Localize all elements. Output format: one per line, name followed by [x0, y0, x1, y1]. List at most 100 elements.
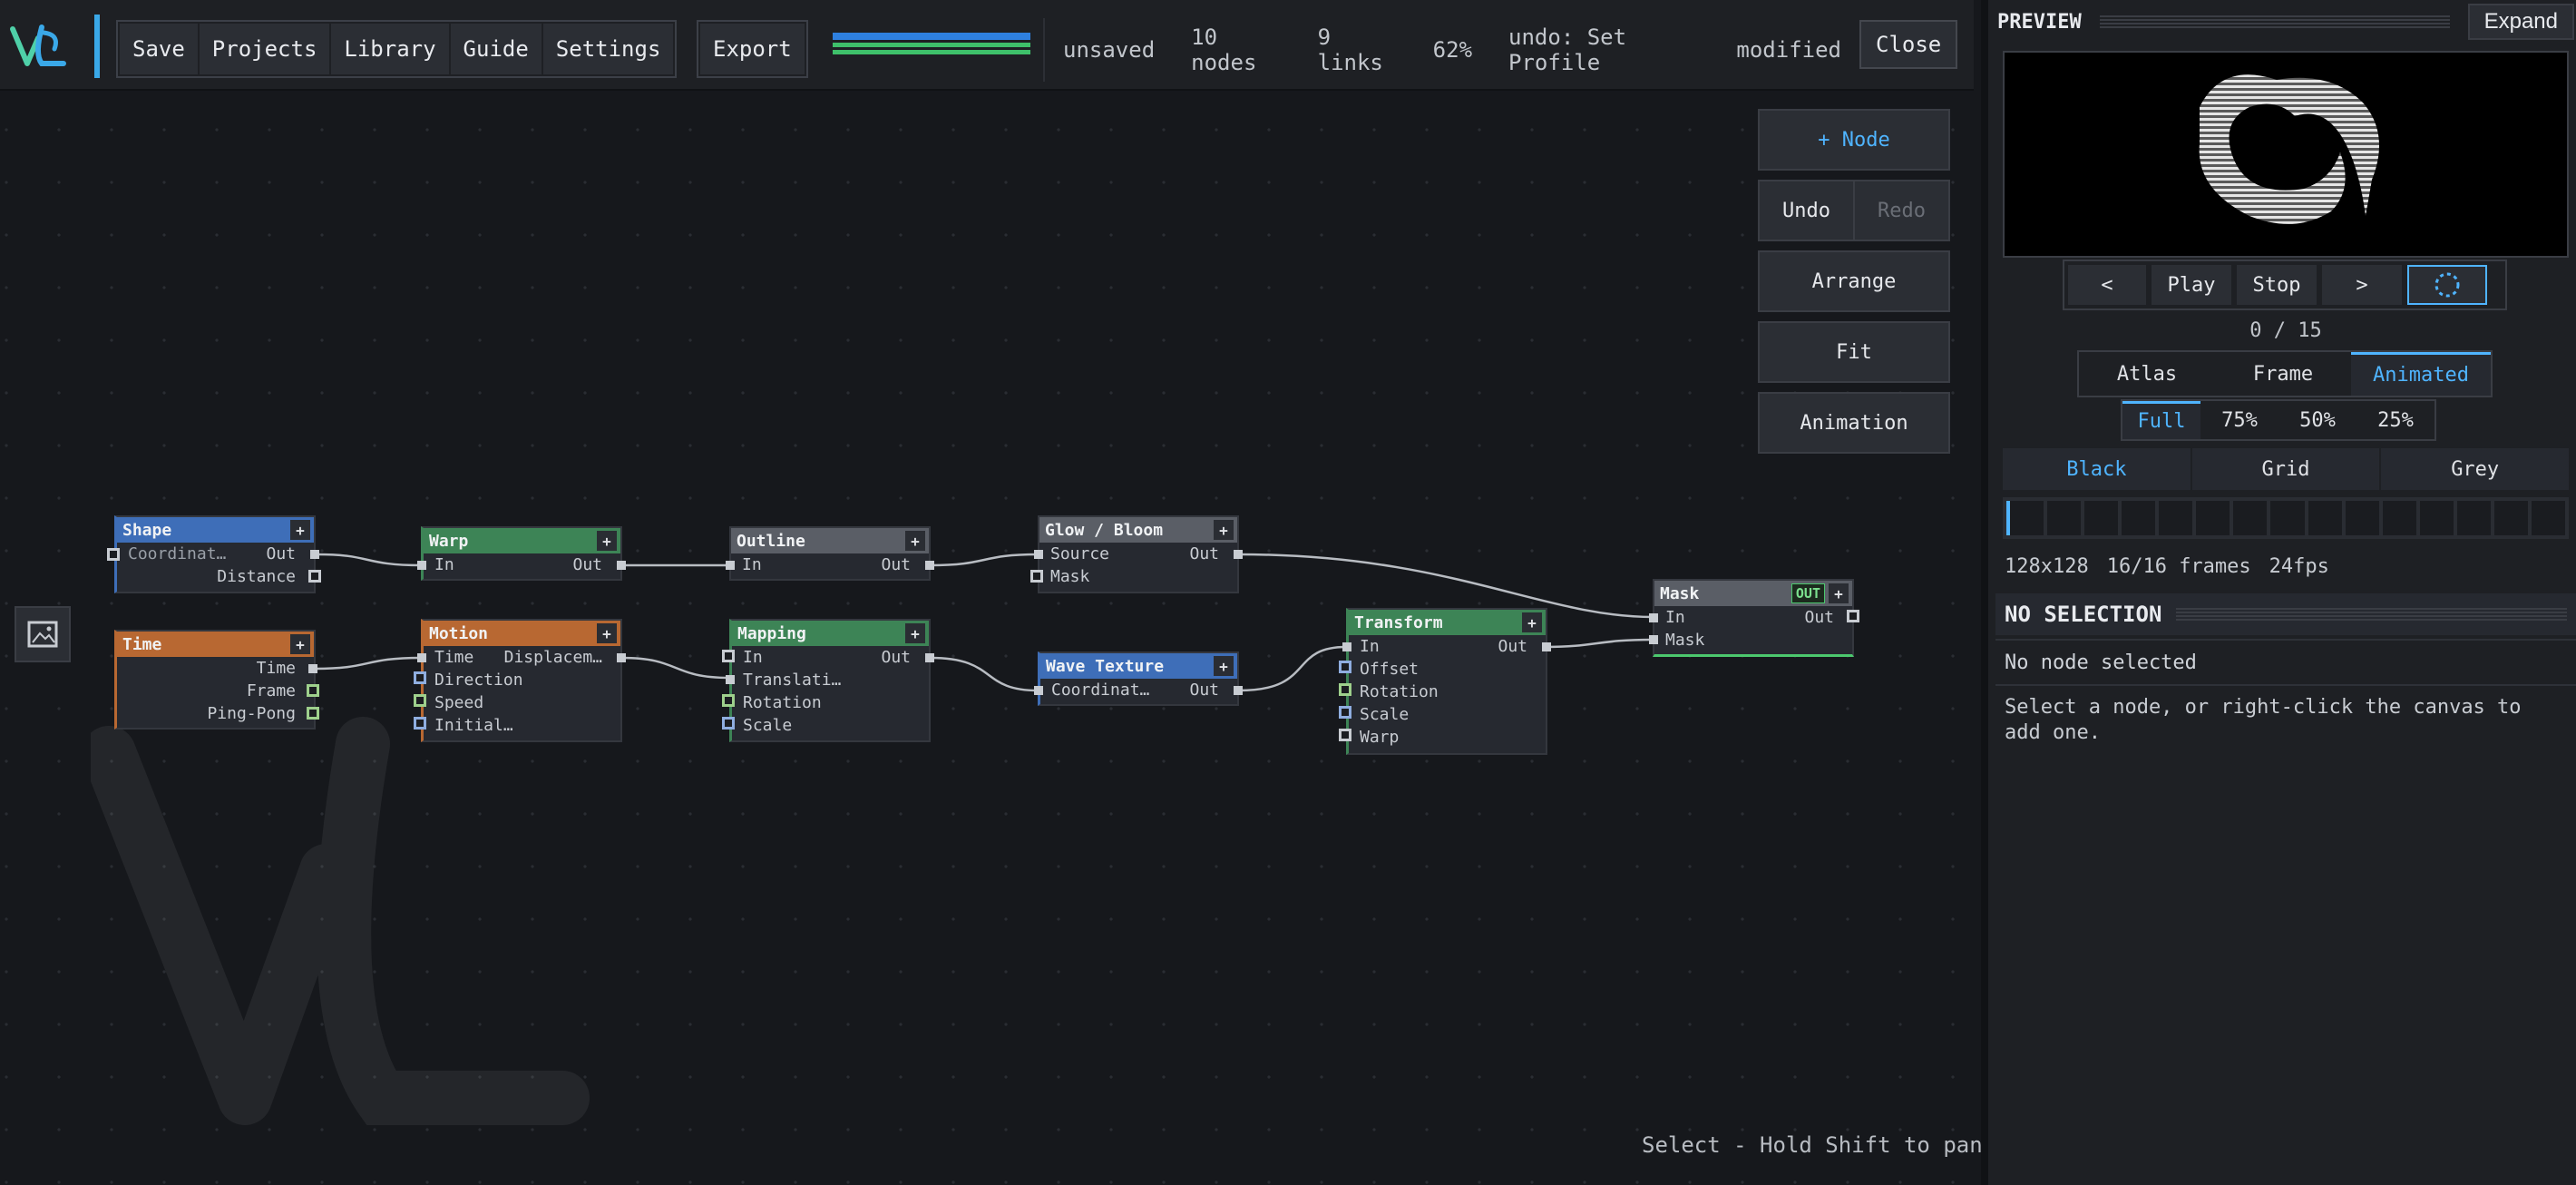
background-black[interactable]: Black: [2003, 448, 2192, 490]
output-port[interactable]: [1847, 610, 1859, 622]
node-add-icon[interactable]: +: [1214, 520, 1234, 540]
output-port[interactable]: [1542, 642, 1551, 651]
output-port[interactable]: [617, 653, 626, 662]
scale-tab-75[interactable]: 75%: [2200, 401, 2278, 439]
input-port[interactable]: [1339, 729, 1351, 741]
background-grid[interactable]: Grid: [2192, 448, 2382, 490]
scale-tab-25[interactable]: 25%: [2356, 401, 2435, 439]
timeline-frame[interactable]: [2419, 501, 2454, 535]
input-port[interactable]: [1339, 706, 1351, 719]
node-add-icon[interactable]: +: [1522, 612, 1542, 632]
node-add-icon[interactable]: +: [597, 531, 617, 551]
output-port[interactable]: [1234, 550, 1243, 559]
timeline-frame[interactable]: [2531, 501, 2565, 535]
node-shape[interactable]: Shape + Coordinat… Out Distance: [114, 515, 316, 593]
settings-button[interactable]: Settings: [542, 24, 674, 74]
node-add-icon[interactable]: +: [905, 531, 925, 551]
node-add-icon[interactable]: +: [290, 520, 310, 540]
node-add-icon[interactable]: +: [1829, 583, 1849, 603]
node-header[interactable]: Warp +: [424, 528, 620, 553]
expand-button[interactable]: Expand: [2467, 4, 2574, 40]
timeline-frame[interactable]: [2084, 501, 2119, 535]
input-port[interactable]: [726, 561, 735, 570]
add-node-button[interactable]: + Node: [1758, 109, 1950, 171]
node-header[interactable]: Time +: [117, 632, 314, 657]
node-header[interactable]: Shape +: [117, 517, 314, 543]
node-header[interactable]: Mask OUT +: [1654, 581, 1852, 606]
output-port[interactable]: [308, 664, 317, 673]
input-port[interactable]: [1339, 683, 1351, 696]
output-port[interactable]: [617, 561, 626, 570]
input-port[interactable]: [1034, 550, 1043, 559]
node-header[interactable]: Outline +: [731, 528, 929, 553]
node-warp[interactable]: Warp + In Out: [421, 526, 622, 581]
input-port[interactable]: [722, 717, 735, 730]
fit-button[interactable]: Fit: [1758, 321, 1950, 383]
background-grey[interactable]: Grey: [2381, 448, 2569, 490]
node-time[interactable]: Time + Time Frame Ping-Pong: [114, 630, 316, 730]
redo-button[interactable]: Redo: [1855, 181, 1948, 240]
timeline-frame[interactable]: [2456, 501, 2491, 535]
output-port[interactable]: [307, 684, 319, 697]
image-toggle-button[interactable]: [15, 606, 71, 662]
view-mode-tab-frame[interactable]: Frame: [2215, 352, 2351, 396]
input-port[interactable]: [1034, 686, 1043, 695]
node-header[interactable]: Transform +: [1349, 610, 1546, 635]
guide-button[interactable]: Guide: [450, 24, 542, 74]
node-header[interactable]: Glow / Bloom +: [1039, 517, 1237, 543]
frame-timeline[interactable]: [2003, 497, 2569, 539]
node-mapping[interactable]: Mapping + In Out Translati… Rotation Scale: [729, 619, 931, 742]
prev-frame-button[interactable]: <: [2068, 265, 2146, 305]
node-add-icon[interactable]: +: [290, 634, 310, 654]
input-port[interactable]: [722, 650, 735, 662]
node-outline[interactable]: Outline + In Out: [729, 526, 931, 581]
output-port[interactable]: [925, 653, 934, 662]
undo-button[interactable]: Undo: [1760, 181, 1855, 240]
view-mode-tab-animated[interactable]: Animated: [2351, 352, 2491, 396]
loop-toggle-button[interactable]: [2407, 265, 2487, 305]
input-port[interactable]: [417, 561, 426, 570]
input-port[interactable]: [726, 675, 735, 684]
timeline-frame[interactable]: [2196, 501, 2230, 535]
timeline-frame[interactable]: [2493, 501, 2528, 535]
node-transform[interactable]: Transform + In Out Offset Rotation Scale W…: [1346, 608, 1547, 755]
animation-button[interactable]: Animation: [1758, 392, 1950, 454]
timeline-frame[interactable]: [2382, 501, 2416, 535]
stop-button[interactable]: Stop: [2237, 265, 2317, 305]
timeline-frame[interactable]: [2122, 501, 2156, 535]
node-add-icon[interactable]: +: [905, 623, 925, 643]
timeline-frame[interactable]: [2270, 501, 2305, 535]
input-port[interactable]: [414, 671, 426, 684]
scale-tab-50[interactable]: 50%: [2278, 401, 2356, 439]
output-port[interactable]: [925, 561, 934, 570]
export-button[interactable]: Export: [700, 24, 805, 74]
input-port[interactable]: [414, 694, 426, 707]
save-button[interactable]: Save: [120, 24, 198, 74]
output-port[interactable]: [1234, 686, 1243, 695]
output-port[interactable]: [310, 550, 319, 559]
input-port[interactable]: [1649, 613, 1658, 622]
input-port[interactable]: [722, 694, 735, 707]
node-wave-texture[interactable]: Wave Texture + Coordinat… Out: [1038, 651, 1239, 706]
timeline-frame[interactable]: [2159, 501, 2193, 535]
input-port[interactable]: [1342, 642, 1351, 651]
close-button[interactable]: Close: [1859, 20, 1958, 69]
next-frame-button[interactable]: >: [2322, 265, 2402, 305]
node-header[interactable]: Wave Texture +: [1040, 653, 1237, 679]
input-port[interactable]: [414, 717, 426, 730]
arrange-button[interactable]: Arrange: [1758, 250, 1950, 312]
node-header[interactable]: Motion +: [424, 621, 620, 646]
timeline-frame[interactable]: [2047, 501, 2082, 535]
play-button[interactable]: Play: [2152, 265, 2231, 305]
library-button[interactable]: Library: [331, 24, 449, 74]
output-port[interactable]: [307, 707, 319, 720]
view-mode-tab-atlas[interactable]: Atlas: [2079, 352, 2215, 396]
scale-tab-full[interactable]: Full: [2122, 401, 2200, 439]
timeline-frame[interactable]: [2345, 501, 2379, 535]
node-glow-bloom[interactable]: Glow / Bloom + Source Out Mask: [1038, 515, 1239, 593]
timeline-frame-current[interactable]: [2006, 501, 2044, 535]
output-port[interactable]: [308, 570, 321, 583]
node-motion[interactable]: Motion + Time Displacem… Direction Speed I…: [421, 619, 622, 742]
input-port[interactable]: [1649, 635, 1658, 644]
timeline-frame[interactable]: [2308, 501, 2342, 535]
